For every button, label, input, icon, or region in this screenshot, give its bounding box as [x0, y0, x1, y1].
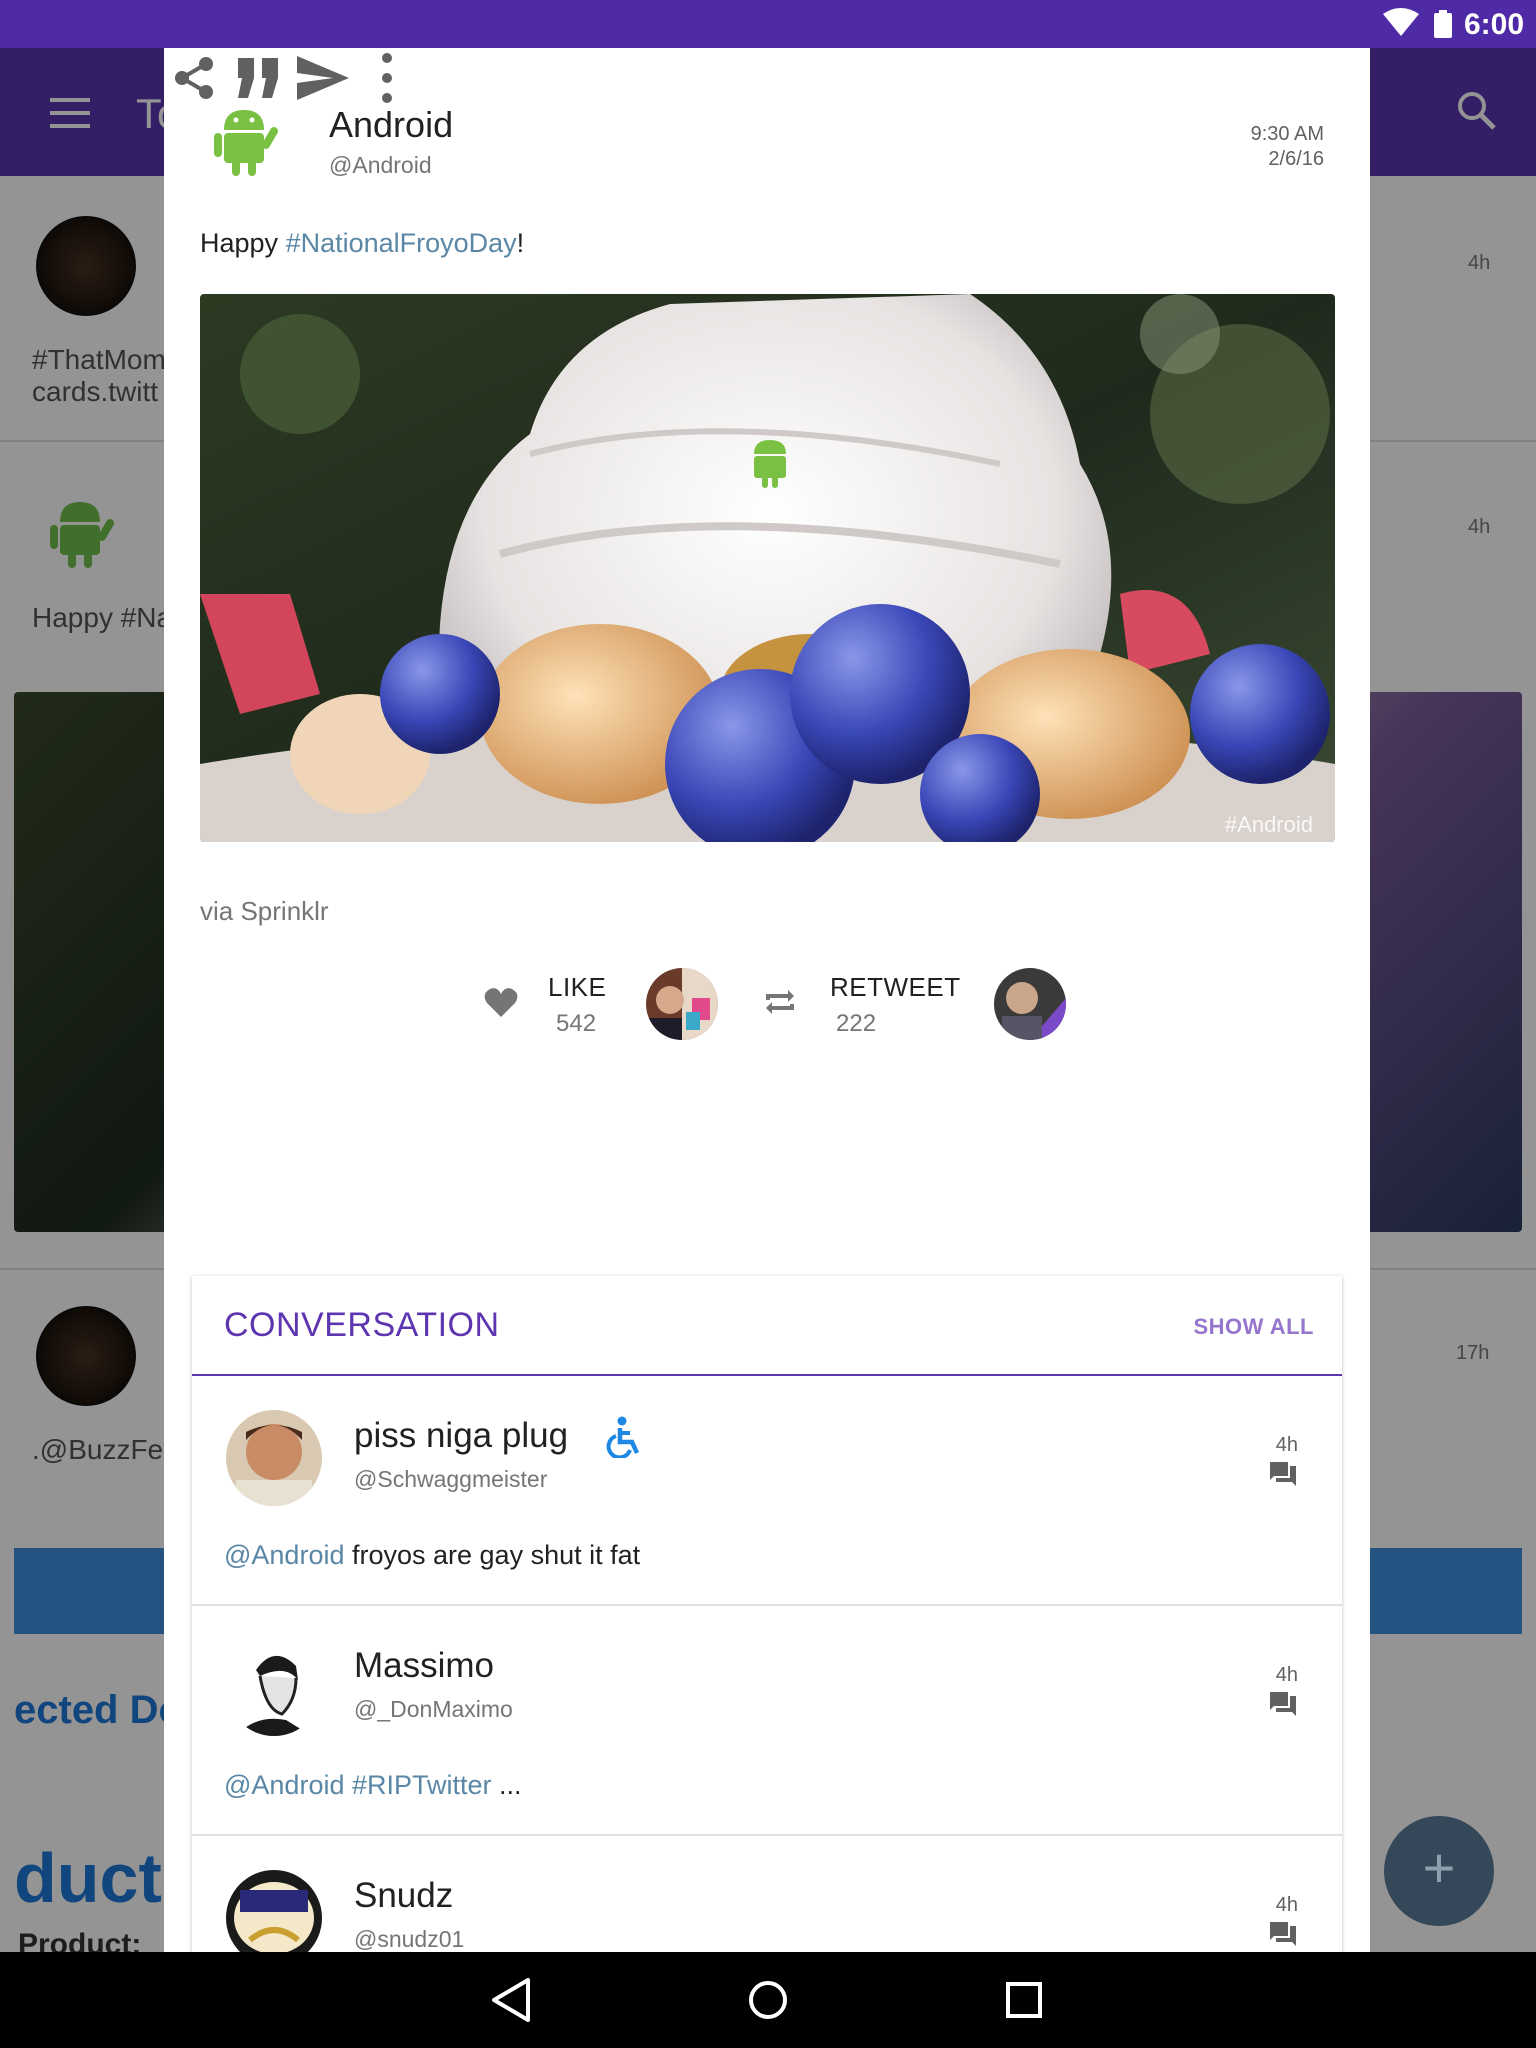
tweet-time: 9:30 AM	[1250, 123, 1324, 145]
reply-icon[interactable]	[1270, 1462, 1296, 1486]
wifi-icon	[1383, 8, 1419, 36]
reply-icon[interactable]	[1270, 1922, 1296, 1946]
reply-text: @Android #RIPTwitter ...	[224, 1770, 522, 1801]
conversation-header: CONVERSATION SHOW ALL	[192, 1276, 1342, 1376]
reply-body: ...	[491, 1770, 522, 1800]
reply-icon[interactable]	[1270, 1692, 1296, 1716]
reply-timestamp: 4h	[1275, 1664, 1298, 1686]
image-watermark: #Android	[1224, 812, 1313, 837]
reply-item[interactable]: Snudz @snudz01 4h	[192, 1836, 1342, 1952]
avatar[interactable]	[226, 1410, 322, 1506]
avatar[interactable]	[226, 1640, 322, 1736]
retweet-icon[interactable]	[762, 984, 798, 1020]
back-icon[interactable]	[484, 1972, 540, 2028]
android-logo-icon[interactable]	[210, 96, 286, 180]
reply-author-name[interactable]: Massimo	[354, 1646, 494, 1686]
reply-timestamp: 4h	[1275, 1894, 1298, 1916]
reply-item[interactable]: Massimo @_DonMaximo 4h @Android #RIPTwit…	[192, 1606, 1342, 1836]
tweet-photo[interactable]: #Android	[200, 294, 1335, 842]
liker-avatar[interactable]	[646, 968, 718, 1040]
reply-author-handle[interactable]: @_DonMaximo	[354, 1696, 513, 1723]
tweet-timestamp: 9:30 AM 2/6/16	[1251, 122, 1324, 172]
send-icon[interactable]	[293, 48, 353, 108]
author-handle[interactable]: @Android	[329, 152, 432, 179]
hashtag-link[interactable]: #NationalFroyoDay	[286, 228, 517, 258]
navigation-bar	[0, 1952, 1536, 2048]
mention-link[interactable]: @Android	[224, 1540, 344, 1570]
status-bar: 6:00	[0, 0, 1536, 48]
compose-fab-button[interactable]: +	[1384, 1816, 1494, 1926]
reply-author-handle[interactable]: @Schwaggmeister	[354, 1466, 547, 1493]
more-vert-icon[interactable]	[357, 48, 417, 108]
avatar[interactable]	[226, 1870, 322, 1952]
recents-icon[interactable]	[996, 1972, 1052, 2028]
tweet-text: Happy #NationalFroyoDay!	[200, 228, 524, 259]
author-name[interactable]: Android	[329, 104, 453, 146]
status-time: 6:00	[1463, 8, 1524, 41]
reply-text: @Android froyos are gay shut it fat	[224, 1540, 640, 1571]
reply-body: froyos are gay shut it fat	[344, 1540, 641, 1570]
reply-item[interactable]: piss niga plug @Schwaggmeister 4h @Andro…	[192, 1376, 1342, 1606]
reply-author-name[interactable]: piss niga plug	[354, 1416, 568, 1456]
home-icon[interactable]	[740, 1972, 796, 2028]
accessibility-icon	[606, 1416, 640, 1458]
conversation-card: CONVERSATION SHOW ALL piss niga plug @Sc…	[192, 1276, 1342, 1952]
heart-icon[interactable]	[484, 986, 518, 1018]
like-count: 542	[556, 1010, 597, 1037]
tweet-source: via Sprinklr	[200, 896, 329, 926]
tweet-date: 2/6/16	[1268, 148, 1324, 170]
retweet-label[interactable]: RETWEET	[830, 972, 961, 1003]
reply-timestamp: 4h	[1275, 1434, 1298, 1456]
tweet-text-prefix: Happy	[200, 228, 286, 258]
like-label[interactable]: LIKE	[548, 972, 606, 1003]
conversation-title: CONVERSATION	[224, 1306, 500, 1344]
tweet-detail-dialog: Android @Android 9:30 AM 2/6/16 Happy #N…	[164, 48, 1370, 1952]
show-all-button[interactable]: SHOW ALL	[1194, 1314, 1315, 1340]
battery-icon	[1434, 10, 1452, 38]
mention-link[interactable]: @Android #RIPTwitter	[224, 1770, 492, 1800]
retweeter-avatar[interactable]	[994, 968, 1066, 1040]
plus-icon: +	[1422, 1836, 1456, 1899]
retweet-count: 222	[836, 1010, 877, 1037]
reply-author-name[interactable]: Snudz	[354, 1876, 453, 1916]
reply-author-handle[interactable]: @snudz01	[354, 1926, 464, 1952]
tweet-text-suffix: !	[516, 228, 525, 258]
